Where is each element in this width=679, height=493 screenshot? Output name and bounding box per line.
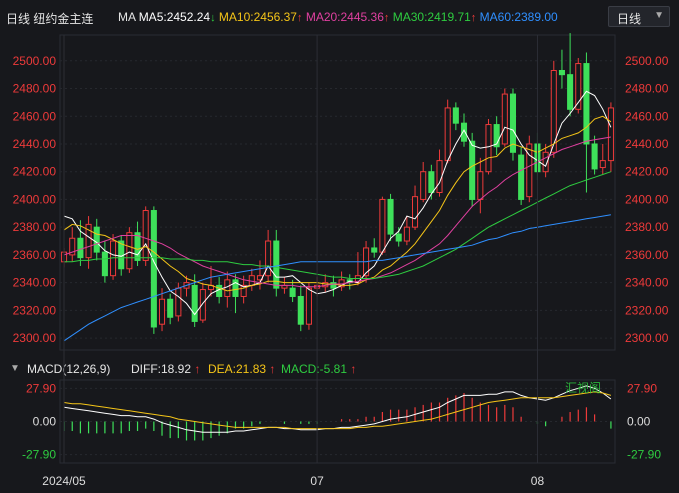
- price-tick-left: 2300.00: [13, 331, 57, 345]
- candle-body: [395, 233, 402, 242]
- candle-body: [558, 70, 565, 76]
- candle-body: [93, 226, 100, 253]
- price-tick-right: 2420.00: [625, 165, 669, 179]
- macd-tick-right: 0.00: [627, 415, 651, 429]
- price-tick-right: 2340.00: [625, 276, 669, 290]
- candle-body: [191, 284, 198, 322]
- x-axis: 2024/05 07 08: [42, 35, 544, 488]
- macd-tick-left: 27.90: [26, 381, 56, 395]
- macd-tick-right: 27.90: [627, 381, 657, 395]
- candle-body: [599, 160, 606, 169]
- candle-body: [297, 295, 304, 325]
- candle-body: [567, 74, 574, 110]
- candle-body: [126, 232, 133, 270]
- candle-body: [428, 171, 435, 193]
- candle-body: [518, 154, 525, 200]
- candle-body: [158, 298, 166, 325]
- candle-body: [477, 171, 484, 200]
- candle-body: [607, 107, 614, 162]
- price-tick-right: 2500.00: [625, 54, 669, 68]
- price-tick-right: 2360.00: [625, 248, 669, 262]
- candle-body: [77, 237, 84, 259]
- price-tick-left: 2460.00: [13, 109, 57, 123]
- price-tick-left: 2500.00: [13, 54, 57, 68]
- price-tick-right: 2320.00: [625, 303, 669, 317]
- candle-body: [305, 287, 312, 325]
- candle-body: [134, 232, 141, 261]
- candle-body: [469, 140, 476, 200]
- candle-body: [101, 251, 108, 277]
- candle-body: [379, 198, 386, 253]
- x-tick-label: 2024/05: [42, 474, 86, 488]
- price-tick-left: 2480.00: [13, 82, 57, 96]
- price-tick-right: 2440.00: [625, 137, 669, 151]
- candle-body: [371, 247, 378, 253]
- price-tick-right: 2400.00: [625, 192, 669, 206]
- macd-tick-left: 0.00: [33, 415, 57, 429]
- candle-body: [330, 282, 337, 289]
- x-tick-label: 08: [531, 474, 545, 488]
- candle-body: [501, 93, 508, 145]
- kline-chart[interactable]: 2500.00 2500.00 2480.00 2480.00 2460.00 2460.…: [0, 0, 679, 493]
- candle-body: [403, 226, 410, 242]
- x-tick-label: 07: [310, 474, 324, 488]
- candle-body: [167, 298, 174, 318]
- price-tick-right: 2480.00: [625, 82, 669, 96]
- candle-body: [150, 210, 157, 328]
- ma-line-ma5: [63, 90, 612, 316]
- candle-body: [591, 143, 598, 170]
- candle-body: [452, 107, 459, 124]
- price-tick-left: 2380.00: [13, 220, 57, 234]
- candles: [61, 33, 614, 334]
- macd-tick-right: -27.90: [627, 448, 661, 462]
- candle-body: [412, 196, 419, 228]
- price-tick-left: 2400.00: [13, 192, 57, 206]
- price-tick-left: 2420.00: [13, 165, 57, 179]
- candle-body: [175, 287, 182, 317]
- candle-body: [142, 210, 149, 261]
- macd-tick-left: -27.90: [22, 448, 56, 462]
- candle-body: [420, 171, 427, 200]
- price-tick-left: 2360.00: [13, 248, 57, 262]
- price-tick-right: 2460.00: [625, 109, 669, 123]
- candle-body: [199, 289, 206, 321]
- candle-body: [485, 124, 492, 173]
- candle-body: [289, 287, 296, 297]
- candle-body: [444, 107, 451, 162]
- candle-body: [224, 279, 231, 297]
- price-tick-left: 2320.00: [13, 303, 57, 317]
- price-tick-right: 2300.00: [625, 331, 669, 345]
- price-tick-left: 2440.00: [13, 137, 57, 151]
- price-tick-right: 2380.00: [625, 220, 669, 234]
- watermark: 汇视阁: [565, 380, 601, 395]
- candle-body: [583, 63, 590, 145]
- candle-body: [387, 198, 394, 235]
- price-tick-left: 2340.00: [13, 276, 57, 290]
